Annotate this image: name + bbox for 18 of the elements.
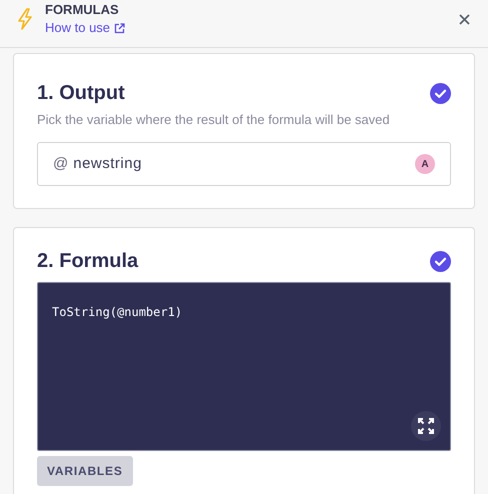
expand-icon (418, 418, 434, 434)
variables-button[interactable]: VARIABLES (37, 456, 133, 486)
field-value: newstring (73, 154, 142, 174)
variable-field[interactable]: @ newstring A (37, 142, 451, 186)
lightning-bolt-icon (17, 8, 33, 30)
section-title: 1. Output (37, 81, 125, 105)
formula-code: ToString(@number1) (52, 305, 182, 319)
panel-title: FORMULAS (45, 2, 120, 18)
at-prefix: @ (53, 154, 68, 174)
type-badge: A (415, 154, 435, 174)
code-editor[interactable]: ToString(@number1) (37, 282, 451, 451)
section-description: Pick the variable where the result of the formula will be saved (37, 112, 391, 128)
expand-button[interactable] (411, 411, 441, 441)
close-button[interactable] (457, 12, 471, 26)
how-to-use-link[interactable]: How to use (45, 20, 126, 36)
close-icon (458, 14, 470, 24)
external-link-icon (114, 22, 126, 34)
section-title: 2. Formula (37, 249, 138, 273)
